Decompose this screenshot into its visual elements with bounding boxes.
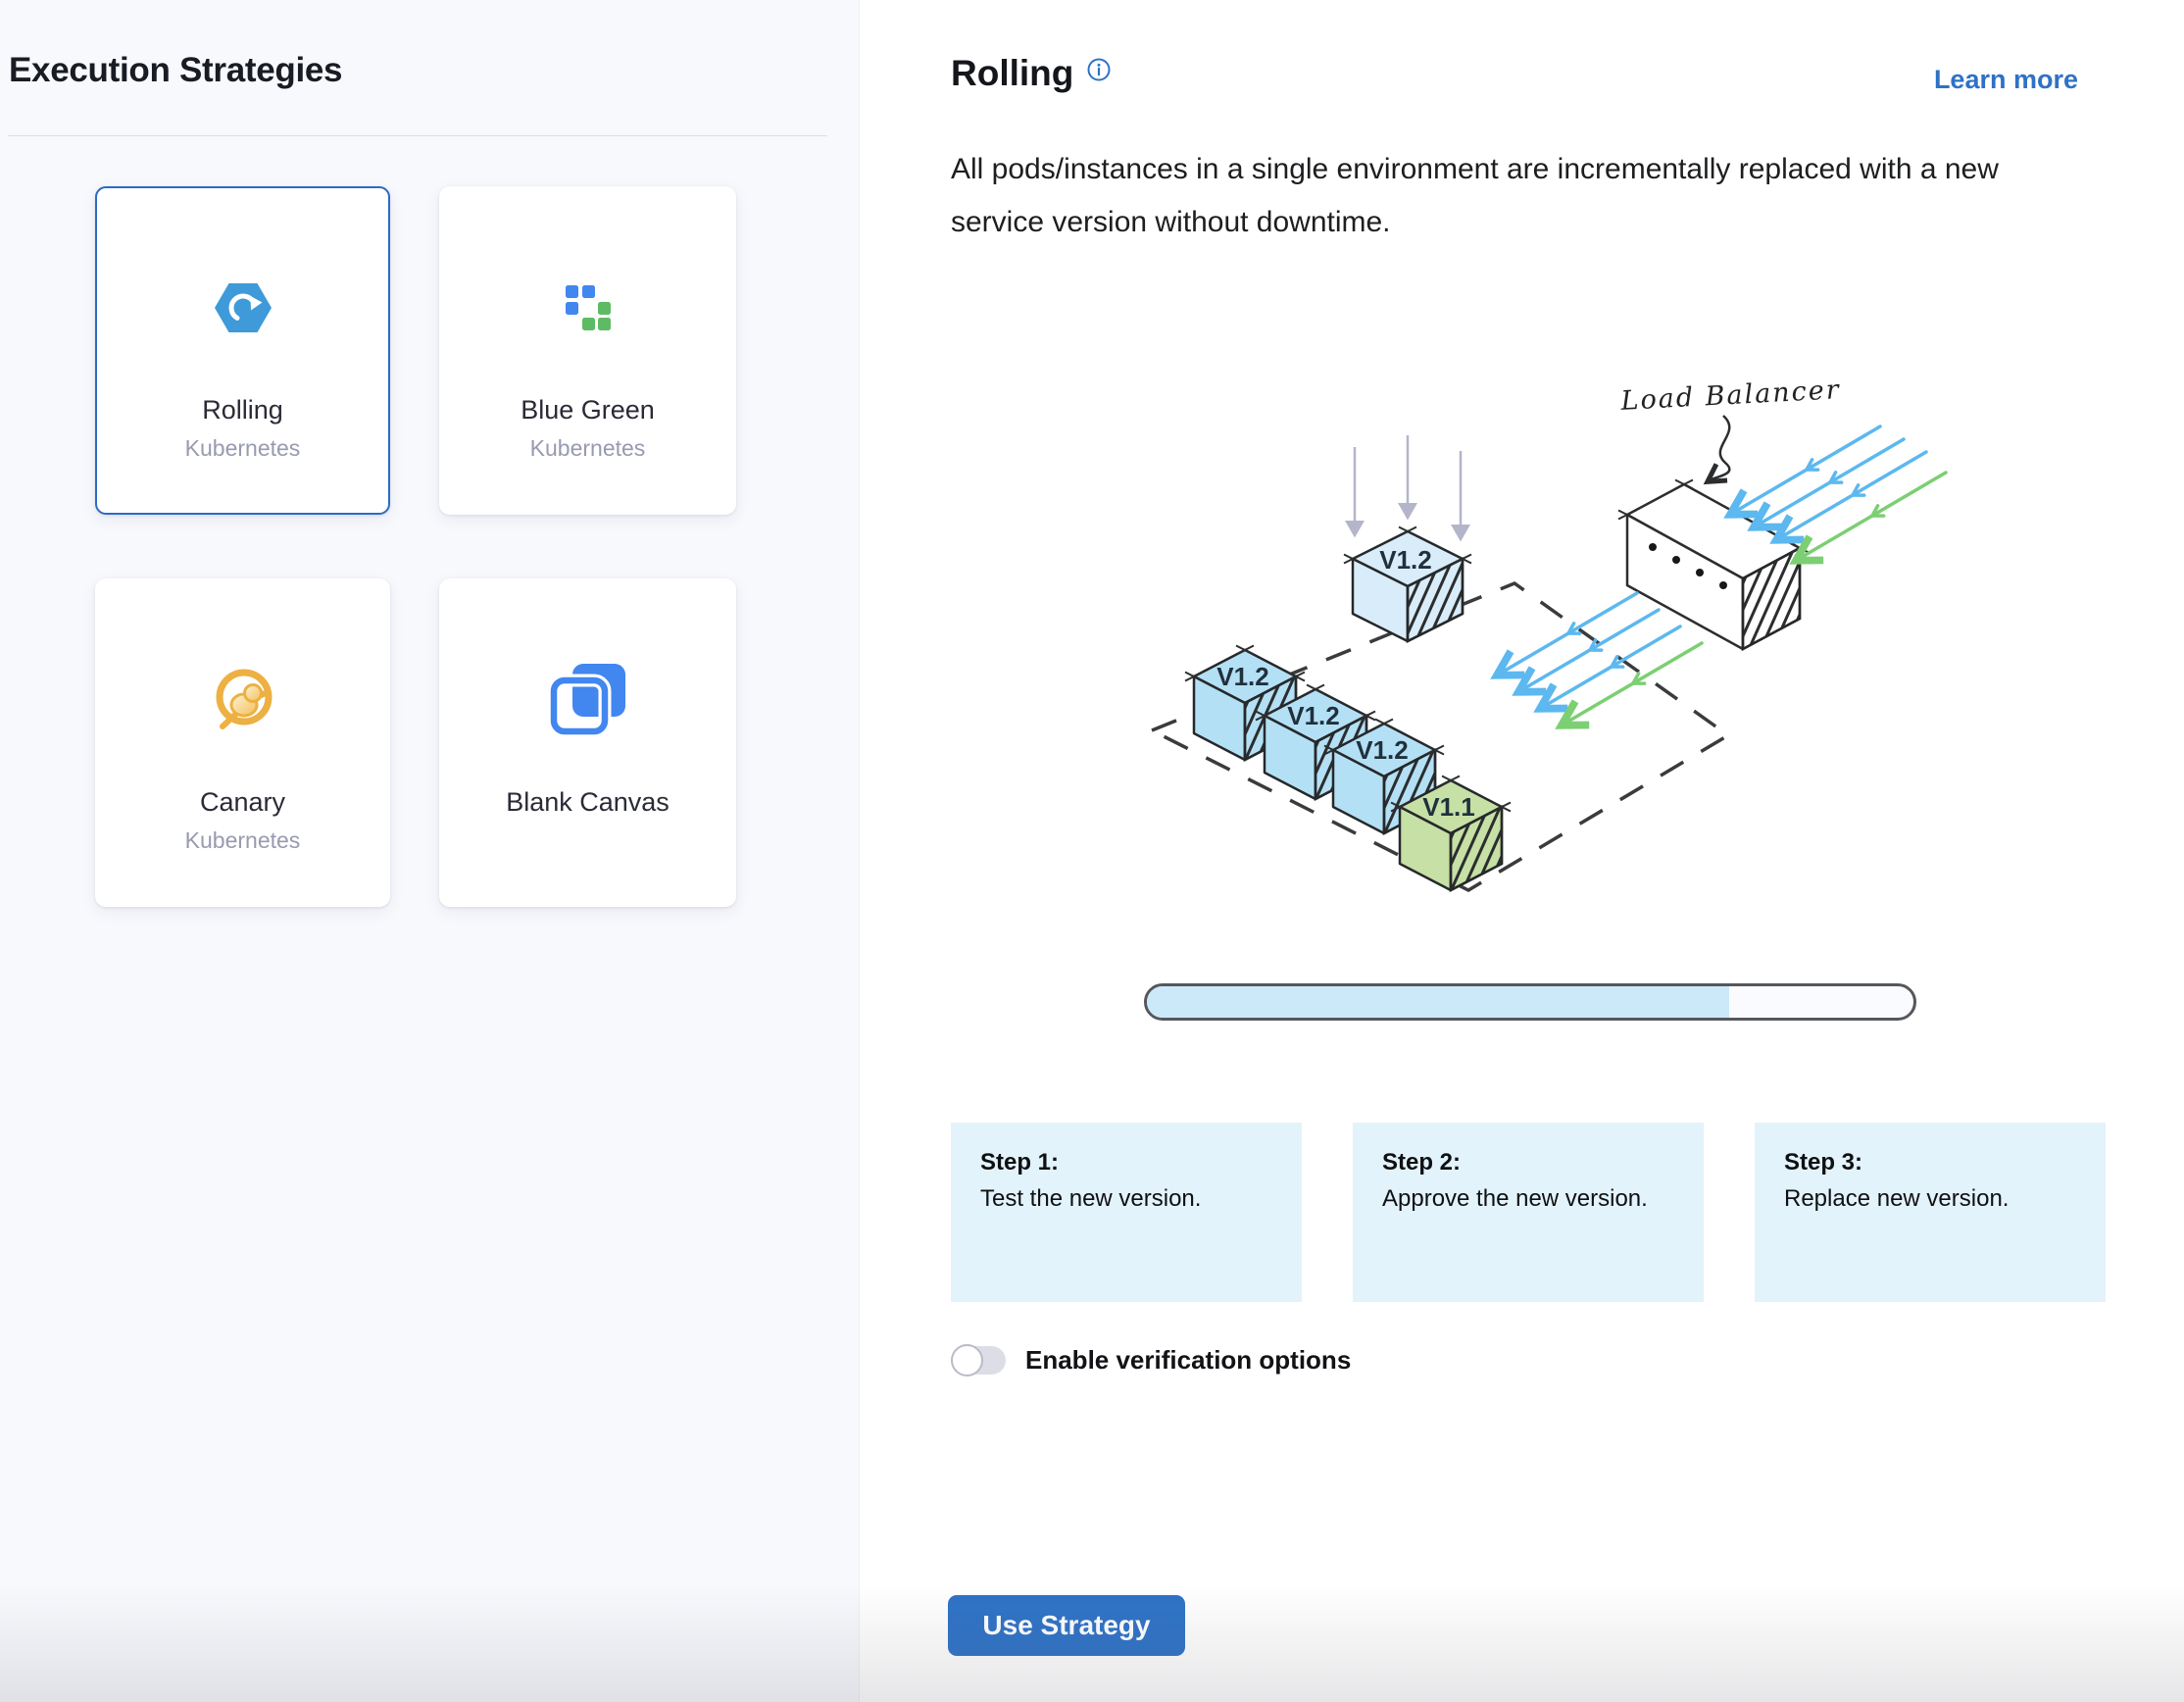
strategy-description: All pods/instances in a single environme…: [951, 143, 2088, 249]
step-title: Step 1:: [980, 1149, 1272, 1176]
strategy-card-grid: Rolling Kubernetes Blue Green Kubernetes: [95, 186, 736, 907]
strategy-card-blank-canvas[interactable]: Blank Canvas: [439, 578, 736, 907]
canary-bird-icon: [211, 665, 275, 735]
strategy-card-blue-green[interactable]: Blue Green Kubernetes: [439, 186, 736, 515]
toggle-knob[interactable]: [951, 1344, 983, 1377]
strategy-detail-header: Rolling: [951, 53, 1111, 94]
strategy-card-subtitle: Kubernetes: [530, 435, 646, 461]
learn-more-link[interactable]: Learn more: [1934, 65, 2078, 95]
svg-text:V1.2: V1.2: [1356, 735, 1409, 765]
step-description: Approve the new version.: [1382, 1185, 1674, 1213]
strategy-card-rolling[interactable]: Rolling Kubernetes: [95, 186, 390, 515]
load-balancer-box: [1618, 480, 1809, 650]
strategy-detail-panel: Rolling Learn more All pods/instances in…: [860, 0, 2184, 1702]
deploy-strings: [1355, 435, 1461, 539]
strategy-card-subtitle: Kubernetes: [185, 827, 301, 853]
step-description: Replace new version.: [1784, 1185, 2076, 1213]
progress-fill: [1147, 986, 1729, 1018]
load-balancer-pointer-arrow: [1710, 416, 1729, 480]
outgoing-traffic-arrows: [1500, 593, 1702, 724]
strategy-steps: Step 1: Test the new version. Step 2: Ap…: [951, 1123, 2106, 1302]
verification-toggle-row: Enable verification options: [953, 1345, 1351, 1376]
load-balancer-label: Load Balancer: [1619, 375, 1842, 417]
verification-toggle-label: Enable verification options: [1025, 1345, 1351, 1376]
strategy-card-canary[interactable]: Canary Kubernetes: [95, 578, 390, 907]
step-title: Step 2:: [1382, 1149, 1674, 1176]
pod-cube-floating: V1.2: [1344, 527, 1471, 642]
rolling-strategy-illustration: Load Balancer: [1108, 353, 1970, 951]
rolling-refresh-hexagon-icon: [215, 273, 272, 343]
strategy-card-label: Rolling: [202, 395, 283, 426]
svg-text:V1.2: V1.2: [1379, 545, 1432, 575]
step-description: Test the new version.: [980, 1185, 1272, 1213]
svg-text:V1.2: V1.2: [1287, 701, 1340, 730]
strategy-card-subtitle: Kubernetes: [185, 435, 301, 461]
page-title: Execution Strategies: [9, 51, 342, 90]
strategy-card-label: Canary: [200, 787, 285, 818]
svg-text:V1.1: V1.1: [1422, 792, 1475, 822]
strategy-card-label: Blank Canvas: [506, 787, 670, 818]
step-title: Step 3:: [1784, 1149, 2076, 1176]
step-card-3: Step 3: Replace new version.: [1755, 1123, 2106, 1302]
execution-strategies-panel: Execution Strategies Rolling Kubernetes: [0, 0, 860, 1702]
svg-text:V1.2: V1.2: [1216, 662, 1269, 691]
divider: [8, 135, 827, 136]
use-strategy-button[interactable]: Use Strategy: [948, 1595, 1185, 1656]
strategy-card-label: Blue Green: [521, 395, 655, 426]
enable-verification-toggle[interactable]: [953, 1346, 1006, 1375]
step-card-1: Step 1: Test the new version.: [951, 1123, 1302, 1302]
blue-green-squares-icon: [566, 273, 611, 343]
rollout-progress-bar: [1144, 983, 1916, 1021]
step-card-2: Step 2: Approve the new version.: [1353, 1123, 1704, 1302]
blank-canvas-squares-icon: [550, 665, 626, 735]
info-icon[interactable]: [1087, 58, 1111, 86]
strategy-detail-title: Rolling: [951, 53, 1073, 94]
